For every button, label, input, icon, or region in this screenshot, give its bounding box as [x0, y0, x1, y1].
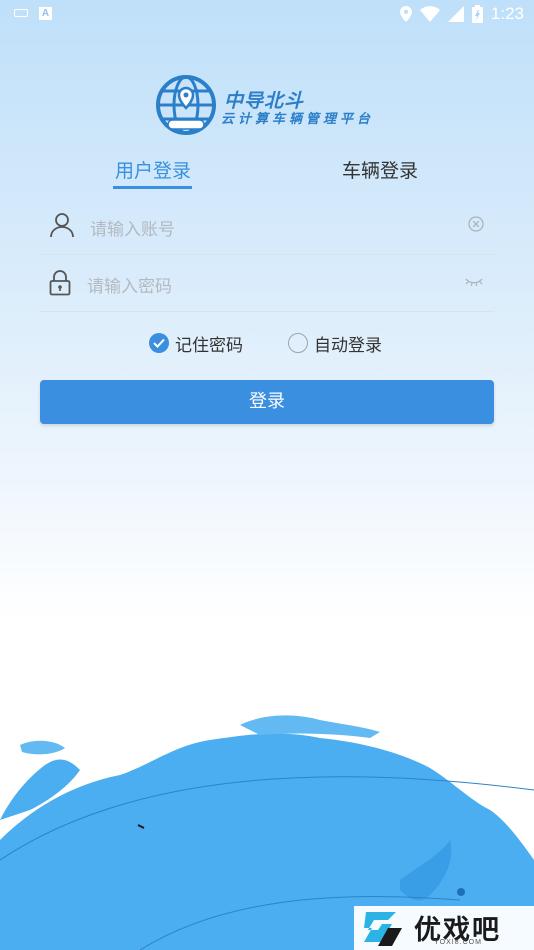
password-input[interactable]: 请输入密码: [87, 272, 172, 297]
wifi-icon: [419, 6, 440, 22]
input-method-icon: A: [39, 7, 52, 20]
account-input[interactable]: 请输入账号: [90, 215, 175, 240]
tab-user-login[interactable]: 用户登录: [115, 156, 191, 183]
login-tabs: 用户登录 车辆登录: [0, 150, 534, 190]
auto-login-checkbox[interactable]: [288, 333, 308, 353]
tab-vehicle-login[interactable]: 车辆登录: [342, 156, 418, 183]
password-field[interactable]: 请输入密码: [40, 255, 494, 312]
checkmark-icon: [153, 338, 165, 348]
map-location-dot: [457, 888, 465, 896]
battery-icon: [471, 5, 483, 23]
status-icons: 1:23: [399, 3, 524, 25]
watermark-logo-icon: [364, 912, 402, 946]
remember-password-option[interactable]: 记住密码: [149, 331, 243, 356]
signal-icon: [447, 6, 464, 22]
globe-logo-icon: [156, 75, 216, 135]
location-icon: [399, 6, 412, 22]
active-tab-indicator: [113, 186, 192, 189]
app-logo: 中导北斗 云计算车辆管理平台: [154, 74, 386, 136]
clear-icon[interactable]: [468, 216, 484, 232]
user-icon: [50, 213, 74, 238]
auto-login-label: 自动登录: [314, 335, 382, 356]
brand-subtitle: 云计算车辆管理平台: [221, 112, 375, 127]
login-button[interactable]: 登录: [40, 380, 494, 424]
watermark: 优戏吧 YOXI8.COM: [354, 906, 534, 950]
watermark-sub: YOXI8.COM: [434, 939, 482, 946]
account-field[interactable]: 请输入账号: [40, 198, 494, 255]
status-bar: A 1:23: [0, 0, 534, 28]
auto-login-option[interactable]: 自动登录: [288, 331, 382, 356]
remember-checkbox[interactable]: [149, 333, 169, 353]
clock: 1:23: [490, 4, 524, 23]
eye-closed-icon[interactable]: [465, 277, 483, 289]
keyboard-icon: [14, 9, 28, 17]
remember-label: 记住密码: [175, 335, 243, 356]
map-greenland: [20, 740, 65, 755]
map-arctic-islands: [240, 715, 380, 738]
lock-icon: [49, 270, 71, 296]
